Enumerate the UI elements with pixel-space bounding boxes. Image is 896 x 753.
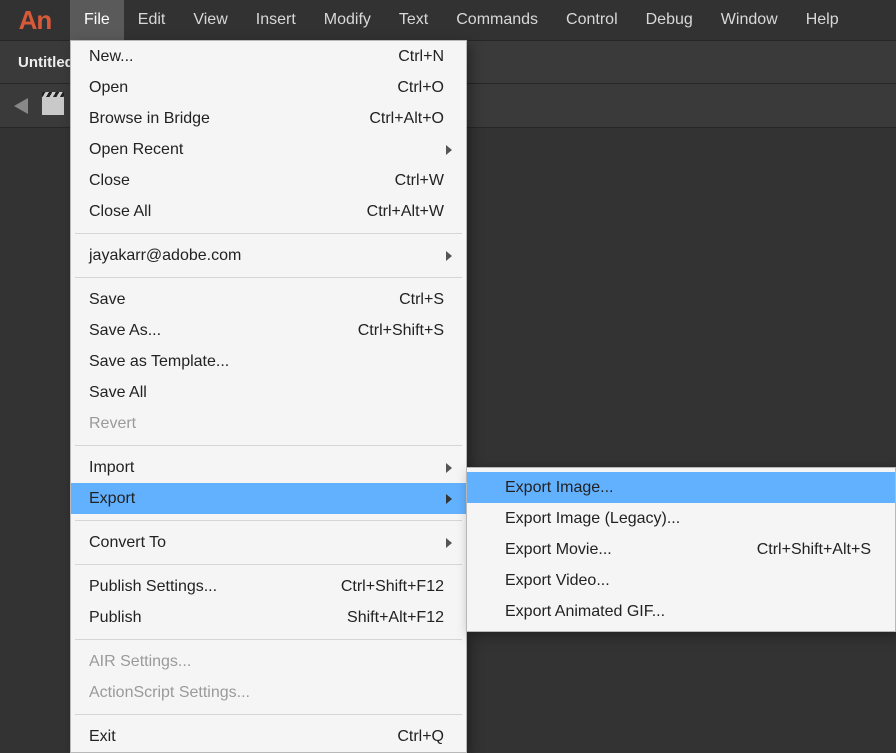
menuitem-open[interactable]: Open Ctrl+O [71, 72, 466, 103]
menu-insert[interactable]: Insert [242, 0, 310, 40]
chevron-right-icon [446, 463, 452, 473]
menuitem-export-animated-gif[interactable]: Export Animated GIF... [467, 596, 895, 627]
menuitem-browse-bridge[interactable]: Browse in Bridge Ctrl+Alt+O [71, 103, 466, 134]
menu-commands[interactable]: Commands [442, 0, 552, 40]
menu-debug[interactable]: Debug [632, 0, 707, 40]
menuitem-air-settings: AIR Settings... [71, 646, 466, 677]
menu-help[interactable]: Help [792, 0, 853, 40]
menuitem-save-as[interactable]: Save As... Ctrl+Shift+S [71, 315, 466, 346]
menu-edit[interactable]: Edit [124, 0, 180, 40]
menuitem-close-all[interactable]: Close All Ctrl+Alt+W [71, 196, 466, 227]
export-submenu: Export Image... Export Image (Legacy)...… [466, 467, 896, 632]
menuitem-export-image[interactable]: Export Image... [467, 472, 895, 503]
chevron-right-icon [446, 538, 452, 548]
chevron-right-icon [446, 251, 452, 261]
menuitem-convert-to[interactable]: Convert To [71, 527, 466, 558]
menuitem-close[interactable]: Close Ctrl+W [71, 165, 466, 196]
separator [75, 639, 462, 640]
menuitem-save-template[interactable]: Save as Template... [71, 346, 466, 377]
menuitem-save-all[interactable]: Save All [71, 377, 466, 408]
menuitem-export[interactable]: Export [71, 483, 466, 514]
chevron-right-icon [446, 494, 452, 504]
file-dropdown: New... Ctrl+N Open Ctrl+O Browse in Brid… [70, 40, 467, 753]
separator [75, 714, 462, 715]
menu-view[interactable]: View [179, 0, 241, 40]
menuitem-publish[interactable]: Publish Shift+Alt+F12 [71, 602, 466, 633]
separator [75, 520, 462, 521]
menuitem-export-movie[interactable]: Export Movie... Ctrl+Shift+Alt+S [467, 534, 895, 565]
back-icon[interactable] [14, 98, 28, 114]
menuitem-export-video[interactable]: Export Video... [467, 565, 895, 596]
scene-icon[interactable] [42, 97, 64, 115]
menu-window[interactable]: Window [707, 0, 792, 40]
menu-control[interactable]: Control [552, 0, 632, 40]
menu-file[interactable]: File [70, 0, 124, 40]
menuitem-export-image-legacy[interactable]: Export Image (Legacy)... [467, 503, 895, 534]
separator [75, 564, 462, 565]
separator [75, 233, 462, 234]
menuitem-exit[interactable]: Exit Ctrl+Q [71, 721, 466, 752]
menuitem-new[interactable]: New... Ctrl+N [71, 41, 466, 72]
menuitem-actionscript-settings: ActionScript Settings... [71, 677, 466, 708]
menu-text[interactable]: Text [385, 0, 442, 40]
menubar: An File Edit View Insert Modify Text Com… [0, 0, 896, 40]
chevron-right-icon [446, 145, 452, 155]
separator [75, 277, 462, 278]
menuitem-import[interactable]: Import [71, 452, 466, 483]
separator [75, 445, 462, 446]
app-logo: An [0, 0, 70, 40]
menuitem-save[interactable]: Save Ctrl+S [71, 284, 466, 315]
menuitem-publish-settings[interactable]: Publish Settings... Ctrl+Shift+F12 [71, 571, 466, 602]
menuitem-account[interactable]: jayakarr@adobe.com [71, 240, 466, 271]
menuitem-open-recent[interactable]: Open Recent [71, 134, 466, 165]
menuitem-revert: Revert [71, 408, 466, 439]
menu-modify[interactable]: Modify [310, 0, 385, 40]
